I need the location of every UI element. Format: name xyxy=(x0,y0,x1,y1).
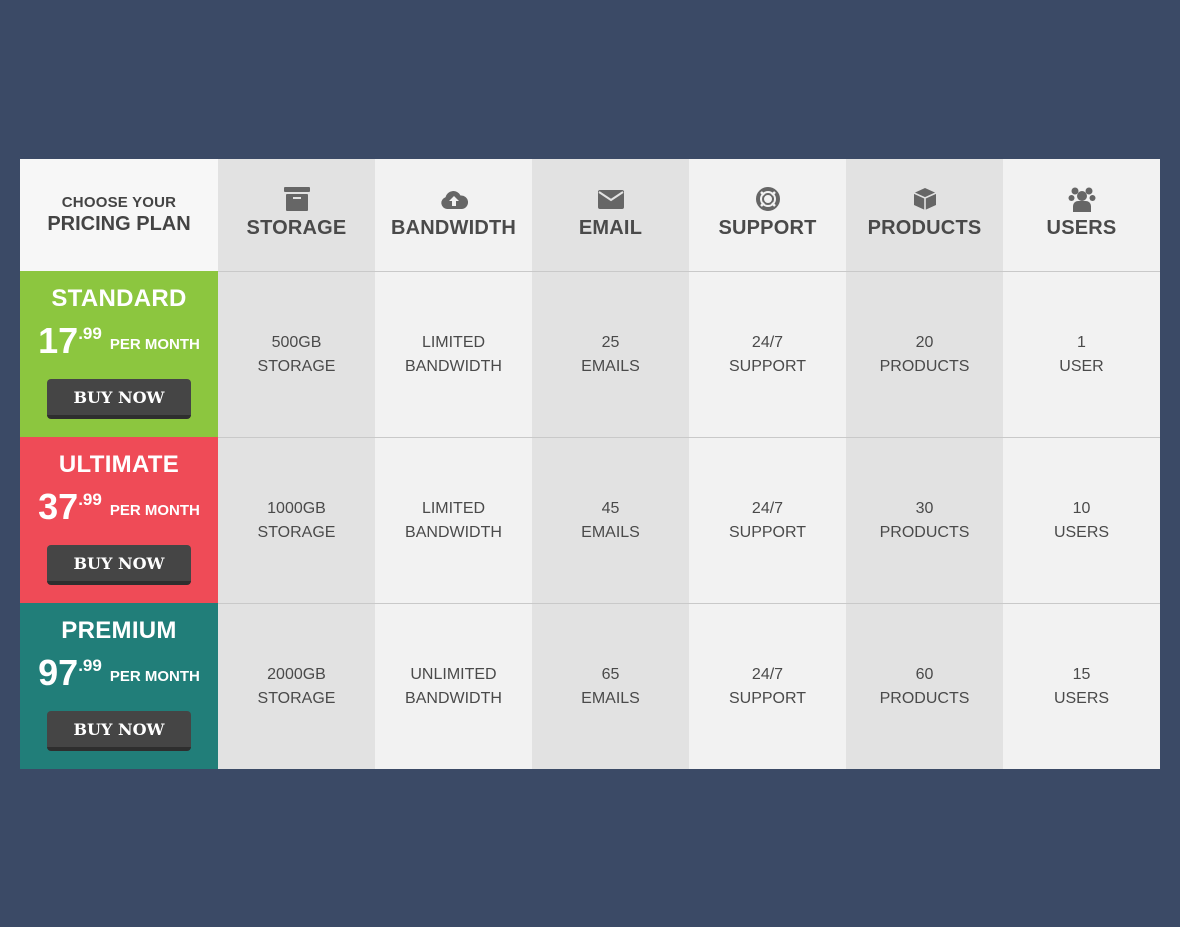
feature-value: UNLIMITED xyxy=(410,665,497,683)
feature-unit: SUPPORT xyxy=(728,357,807,375)
plan-price: 17 .99 PER MONTH xyxy=(38,323,200,363)
feature-unit: STORAGE xyxy=(257,523,336,541)
feature-unit: PRODUCTS xyxy=(879,689,970,707)
feature-value: 1 xyxy=(1077,333,1086,351)
feature-cell: 2000GB STORAGE xyxy=(218,603,375,769)
feature-value: 1000GB xyxy=(267,499,326,517)
price-whole: 17 xyxy=(38,320,79,361)
plan-name: PREMIUM xyxy=(61,617,177,644)
price-period: PER MONTH xyxy=(109,668,200,685)
feature-cell: 20 PRODUCTS xyxy=(846,271,1003,437)
feature-unit: EMAILS xyxy=(581,357,640,375)
feature-unit: USER xyxy=(1059,357,1104,375)
column-header-storage: STORAGE xyxy=(218,159,375,271)
plan-ultimate: ULTIMATE 37 .99 PER MONTH BUY NOW xyxy=(20,437,218,603)
plan-premium: PREMIUM 97 .99 PER MONTH BUY NOW xyxy=(20,603,218,769)
feature-unit: STORAGE xyxy=(257,357,336,375)
feature-value: 2000GB xyxy=(267,665,326,683)
feature-cell: 45 EMAILS xyxy=(532,437,689,603)
feature-unit: PRODUCTS xyxy=(879,357,970,375)
column-title-storage: STORAGE xyxy=(246,217,347,239)
feature-value: 65 xyxy=(601,665,620,683)
feature-cell: 24/7 SUPPORT xyxy=(689,271,846,437)
feature-unit: EMAILS xyxy=(581,689,640,707)
feature-unit: BANDWIDTH xyxy=(405,689,502,707)
cloud-upload-icon xyxy=(440,185,468,213)
plan-standard: STANDARD 17 .99 PER MONTH BUY NOW xyxy=(20,271,218,437)
heading-line-2: PRICING PLAN xyxy=(47,213,191,235)
feature-value: 25 xyxy=(601,333,620,351)
column-title-products: PRODUCTS xyxy=(867,217,982,239)
column-title-support: SUPPORT xyxy=(718,217,817,239)
buy-now-button-ultimate[interactable]: BUY NOW xyxy=(47,545,191,585)
column-title-email: EMAIL xyxy=(578,217,643,239)
feature-value: 45 xyxy=(601,499,620,517)
feature-cell: LIMITED BANDWIDTH xyxy=(375,437,532,603)
pricing-table: CHOOSE YOUR PRICING PLAN STORAGE BANDWID… xyxy=(20,159,1160,769)
feature-value: 24/7 xyxy=(751,665,784,683)
feature-cell: 10 USERS xyxy=(1003,437,1160,603)
feature-unit: EMAILS xyxy=(581,523,640,541)
pricing-table-heading: CHOOSE YOUR PRICING PLAN xyxy=(20,159,218,271)
feature-cell: 500GB STORAGE xyxy=(218,271,375,437)
feature-value: 15 xyxy=(1072,665,1091,683)
feature-unit: SUPPORT xyxy=(728,523,807,541)
column-title-users: USERS xyxy=(1046,217,1117,239)
price-period: PER MONTH xyxy=(109,502,200,519)
feature-cell: 15 USERS xyxy=(1003,603,1160,769)
lifebuoy-icon xyxy=(754,185,782,213)
heading-line-1: CHOOSE YOUR xyxy=(61,194,177,211)
feature-value: 10 xyxy=(1072,499,1091,517)
archive-icon xyxy=(283,185,311,213)
feature-cell: 65 EMAILS xyxy=(532,603,689,769)
price-whole: 37 xyxy=(38,486,79,527)
feature-unit: USERS xyxy=(1053,523,1110,541)
plan-name: ULTIMATE xyxy=(58,451,180,478)
feature-value: LIMITED xyxy=(421,499,486,517)
envelope-icon xyxy=(597,185,625,213)
feature-value: 24/7 xyxy=(751,499,784,517)
feature-cell: UNLIMITED BANDWIDTH xyxy=(375,603,532,769)
feature-cell: 1 USER xyxy=(1003,271,1160,437)
column-header-support: SUPPORT xyxy=(689,159,846,271)
plan-price: 97 .99 PER MONTH xyxy=(38,655,200,695)
box-icon xyxy=(911,185,939,213)
buy-now-button-standard[interactable]: BUY NOW xyxy=(47,379,191,419)
feature-cell: 24/7 SUPPORT xyxy=(689,437,846,603)
plan-name: STANDARD xyxy=(51,285,187,312)
feature-value: 24/7 xyxy=(751,333,784,351)
column-header-email: EMAIL xyxy=(532,159,689,271)
feature-unit: STORAGE xyxy=(257,689,336,707)
feature-cell: 24/7 SUPPORT xyxy=(689,603,846,769)
column-header-users: USERS xyxy=(1003,159,1160,271)
column-header-products: PRODUCTS xyxy=(846,159,1003,271)
feature-value: 500GB xyxy=(271,333,322,351)
feature-cell: 60 PRODUCTS xyxy=(846,603,1003,769)
column-header-bandwidth: BANDWIDTH xyxy=(375,159,532,271)
price-cents: .99 xyxy=(78,490,102,509)
feature-unit: BANDWIDTH xyxy=(405,523,502,541)
price-period: PER MONTH xyxy=(109,336,200,353)
feature-value: 20 xyxy=(915,333,934,351)
price-whole: 97 xyxy=(38,652,79,693)
feature-cell: 25 EMAILS xyxy=(532,271,689,437)
feature-value: 60 xyxy=(915,665,934,683)
column-title-bandwidth: BANDWIDTH xyxy=(390,217,517,239)
price-cents: .99 xyxy=(78,656,102,675)
price-cents: .99 xyxy=(78,324,102,343)
feature-value: 30 xyxy=(915,499,934,517)
feature-value: LIMITED xyxy=(421,333,486,351)
feature-unit: BANDWIDTH xyxy=(405,357,502,375)
feature-unit: SUPPORT xyxy=(728,689,807,707)
feature-cell: 30 PRODUCTS xyxy=(846,437,1003,603)
feature-unit: PRODUCTS xyxy=(879,523,970,541)
users-icon xyxy=(1068,185,1096,213)
feature-cell: LIMITED BANDWIDTH xyxy=(375,271,532,437)
plan-price: 37 .99 PER MONTH xyxy=(38,489,200,529)
buy-now-button-premium[interactable]: BUY NOW xyxy=(47,711,191,751)
feature-unit: USERS xyxy=(1053,689,1110,707)
feature-cell: 1000GB STORAGE xyxy=(218,437,375,603)
